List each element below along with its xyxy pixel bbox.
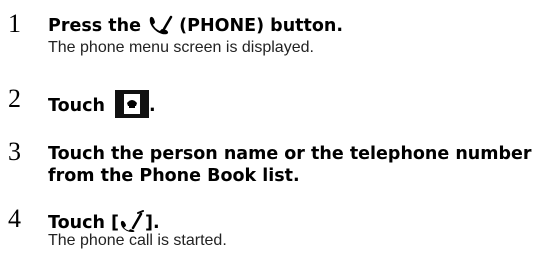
step-title-text: Press the	[48, 16, 141, 36]
step-title-text: Touch [	[48, 213, 120, 233]
step-title-text: (PHONE) button.	[179, 16, 344, 36]
phonebook-button-icon	[115, 90, 150, 118]
step-description: The phone call is started.	[48, 232, 227, 249]
step-number: 2	[8, 84, 21, 113]
step-number: 4	[8, 204, 21, 233]
step-title-line-1: Touch the person name or the telephone n…	[48, 144, 532, 164]
step-title: Touch .	[48, 90, 156, 118]
step-description: The phone menu screen is displayed.	[48, 39, 314, 56]
step-title-text: Touch	[48, 96, 105, 116]
step-title-text: ].	[145, 213, 160, 233]
step-number: 3	[8, 137, 21, 166]
step-number: 1	[8, 9, 21, 38]
step-title-line-2: from the Phone Book list.	[48, 166, 300, 186]
step-title-text: .	[149, 96, 156, 116]
